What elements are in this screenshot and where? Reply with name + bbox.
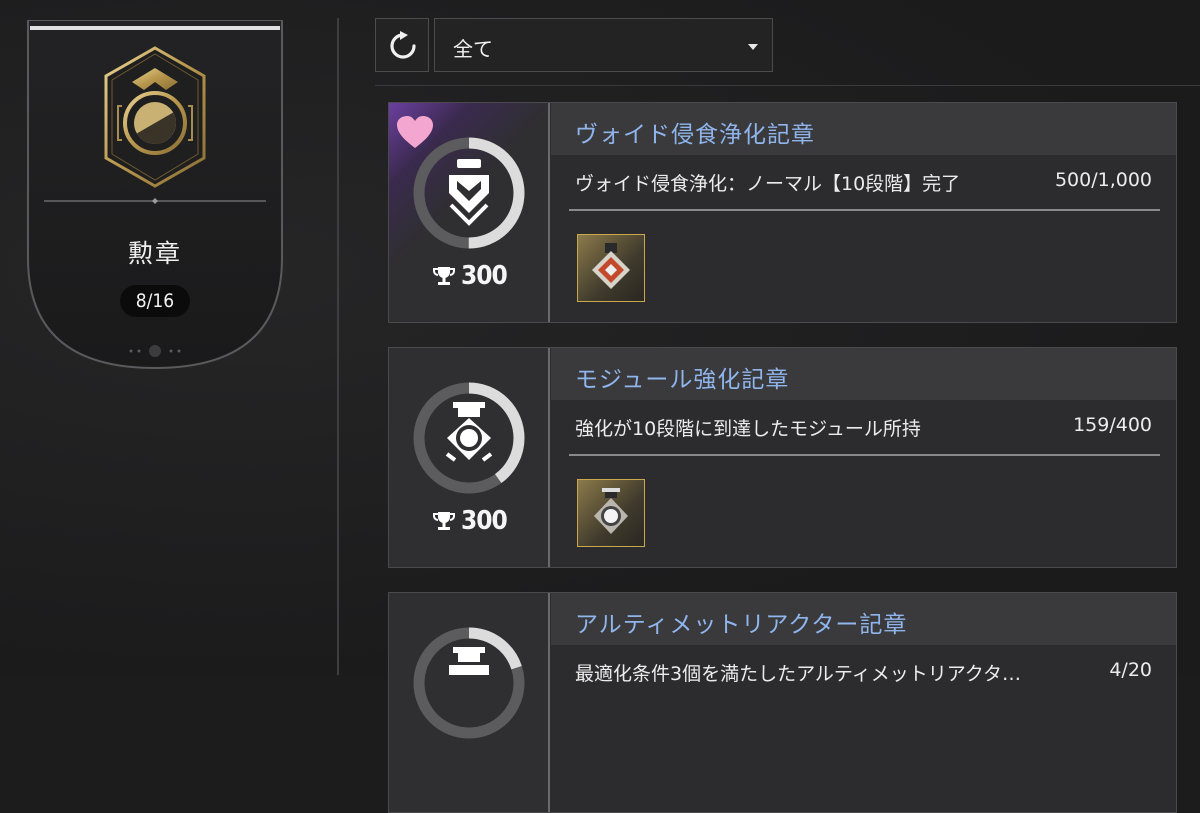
progress-ring — [413, 382, 525, 494]
card-title: ヴォイド侵食浄化記章 — [575, 122, 815, 148]
badge-frame — [27, 20, 283, 370]
card-progress: 159/400 — [1073, 414, 1152, 436]
medal-icon-panel — [389, 593, 550, 812]
card-progress: 4/20 — [1109, 659, 1152, 681]
module-emblem-icon — [445, 402, 493, 462]
card-progress: 500/1,000 — [1054, 169, 1152, 191]
reward-item[interactable] — [577, 234, 645, 302]
medal-category-badge[interactable]: 勲章 8/16 — [26, 20, 284, 370]
medal-card[interactable]: 300 モジュール強化記章 強化が10段階に到達したモジュール所持 159/40… — [388, 347, 1177, 568]
card-title: アルティメットリアクター記章 — [575, 612, 908, 638]
medal-icon-panel: 300 — [389, 103, 550, 322]
card-header: ヴォイド侵食浄化記章 — [551, 103, 1176, 155]
medal-card[interactable]: 300 ヴォイド侵食浄化記章 ヴォイド侵食浄化：ノーマル【10段階】完了 500… — [388, 102, 1177, 323]
reactor-emblem-icon — [449, 647, 489, 675]
card-divider — [569, 454, 1160, 456]
refresh-icon — [390, 31, 416, 59]
header-divider — [375, 85, 1200, 86]
points-value: 300 — [461, 261, 508, 291]
badge-title: 勲章 — [127, 239, 182, 268]
card-description: 最適化条件3個を満たしたアルティメットリアクタ… — [575, 663, 1022, 685]
chevron-down-icon — [748, 44, 758, 50]
card-header: アルティメットリアクター記章 — [551, 593, 1176, 645]
card-description: 強化が10段階に到達したモジュール所持 — [575, 418, 921, 440]
trophy-icon — [433, 512, 455, 530]
progress-ring — [413, 137, 525, 249]
reward-item[interactable] — [577, 479, 645, 547]
medal-icon-panel: 300 — [389, 348, 550, 567]
void-emblem-icon — [449, 159, 489, 226]
trophy-icon — [433, 267, 455, 285]
points-display: 300 — [433, 261, 508, 291]
badge-count: 8/16 — [120, 285, 190, 317]
progress-ring — [413, 627, 525, 739]
card-description: ヴォイド侵食浄化：ノーマル【10段階】完了 — [575, 173, 961, 195]
filter-selected-value: 全て — [453, 37, 493, 61]
refresh-button[interactable] — [375, 18, 429, 72]
void-reward-icon — [592, 243, 630, 289]
module-reward-icon — [594, 488, 628, 534]
card-title: モジュール強化記章 — [575, 367, 790, 393]
panel-divider — [337, 18, 339, 675]
card-divider — [569, 209, 1160, 211]
medal-card[interactable]: アルティメットリアクター記章 最適化条件3個を満たしたアルティメットリアクタ… … — [388, 592, 1177, 813]
points-value: 300 — [461, 506, 508, 536]
points-display: 300 — [433, 506, 508, 536]
card-header: モジュール強化記章 — [551, 348, 1176, 400]
filter-dropdown[interactable]: 全て — [434, 18, 773, 72]
